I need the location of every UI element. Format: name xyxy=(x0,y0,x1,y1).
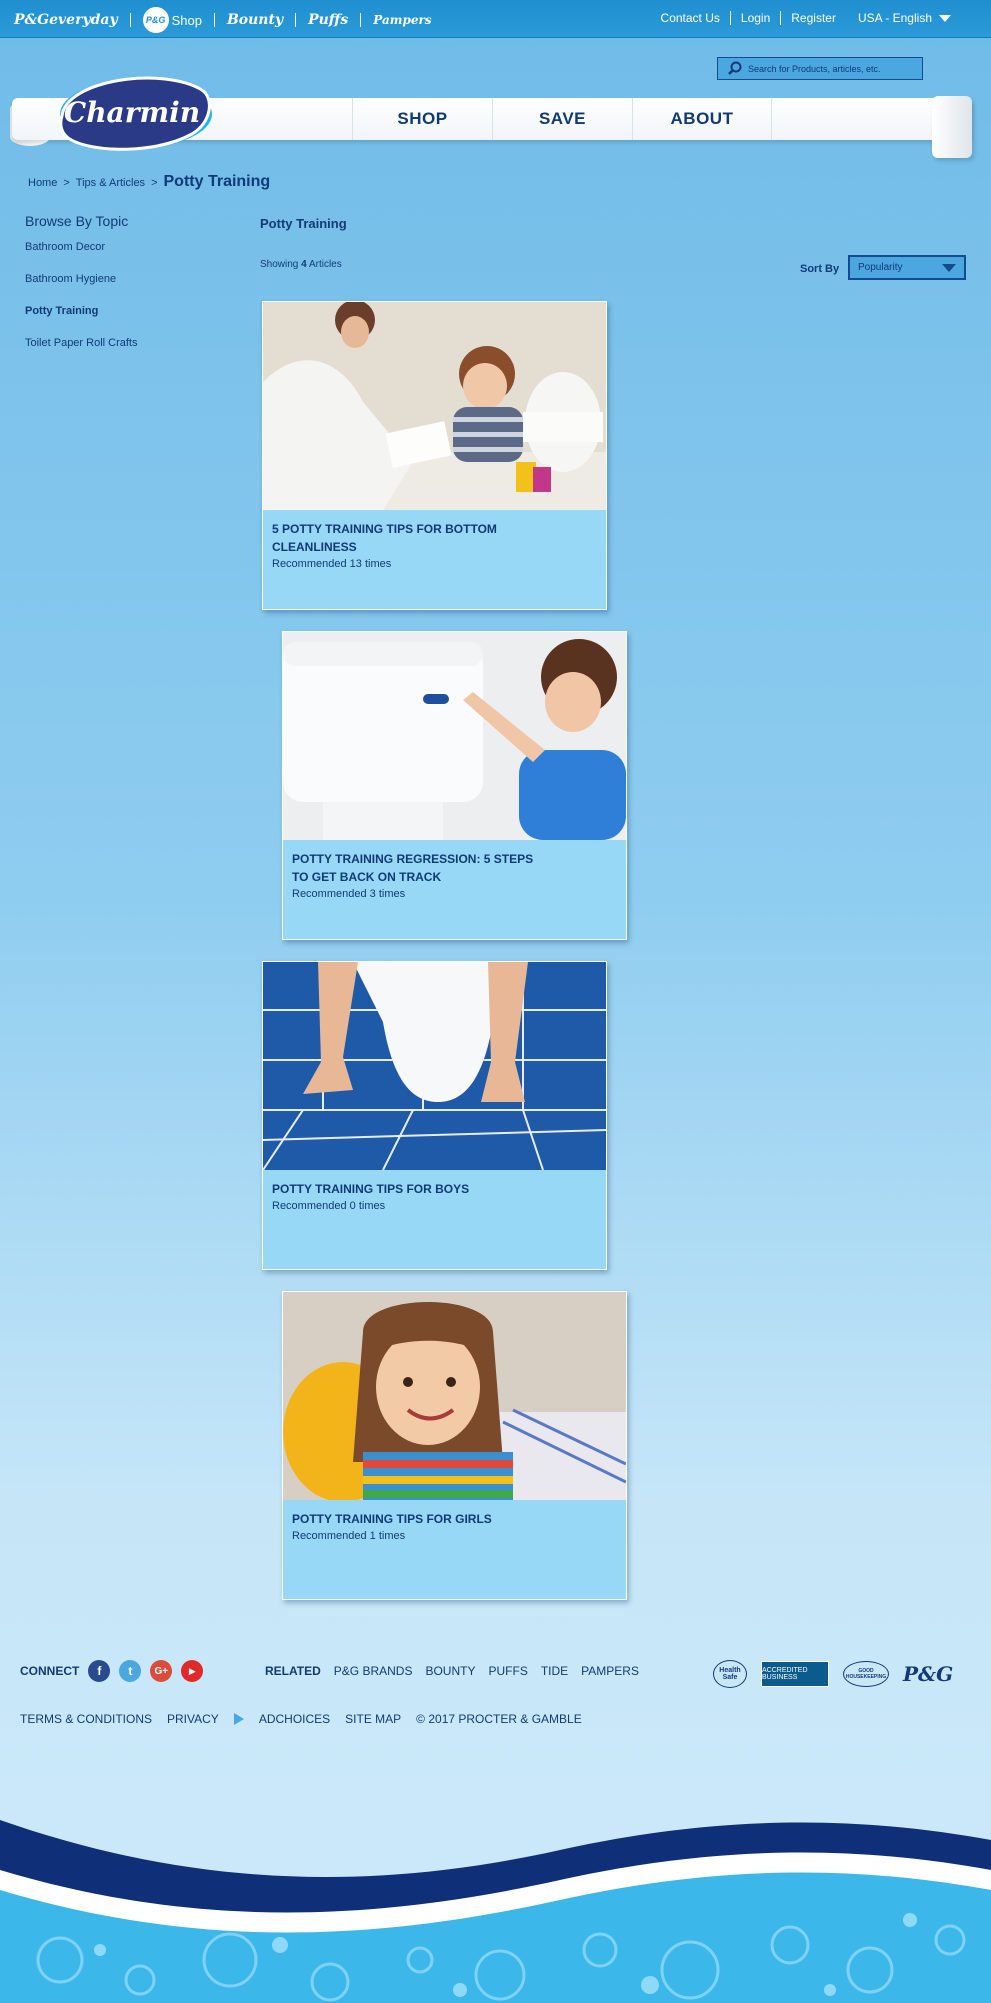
showing-prefix: Showing xyxy=(260,259,299,270)
related-link-puffs[interactable]: PUFFS xyxy=(488,1664,527,1678)
related-links: RELATED P&G BRANDS BOUNTY PUFFS TIDE PAM… xyxy=(265,1664,652,1678)
divider xyxy=(360,13,362,27)
nav-shop[interactable]: SHOP xyxy=(352,98,492,140)
divider xyxy=(213,13,215,27)
language-label: USA - English xyxy=(857,11,932,25)
connect-section: CONNECT f t G+ ▶ xyxy=(20,1660,212,1682)
divider xyxy=(729,11,731,25)
connect-label: CONNECT xyxy=(20,1664,80,1678)
copyright-text: © 2017 PROCTER & GAMBLE xyxy=(416,1712,582,1726)
results-count: Showing 4 Articles xyxy=(260,259,342,270)
account-links: Contact Us Login Register USA - English xyxy=(661,11,951,25)
article-image-smiling-girl[interactable] xyxy=(283,1292,626,1500)
adchoices-icon[interactable] xyxy=(233,1713,244,1725)
article-card[interactable]: Potty Training Tips for Girls Recommende… xyxy=(282,1291,627,1600)
sidebar-item-potty-training[interactable]: Potty Training xyxy=(25,304,225,336)
language-selector[interactable]: USA - English xyxy=(858,11,951,25)
logo-text: Charmin xyxy=(64,96,200,129)
recommended-count: Recommended 13 times xyxy=(272,558,392,570)
contact-us-link[interactable]: Contact Us xyxy=(661,11,720,25)
showing-suffix: Articles xyxy=(308,259,342,270)
breadcrumb-separator: > xyxy=(151,177,158,189)
privacy-link[interactable]: PRIVACY xyxy=(167,1712,219,1726)
pg-shop-label[interactable]: Shop xyxy=(172,13,202,28)
article-title[interactable]: Potty Training Tips for Boys xyxy=(272,1180,532,1198)
divider xyxy=(780,11,782,25)
pampers-logo[interactable]: Pampers xyxy=(373,13,431,27)
sidebar-item-bathroom-decor[interactable]: Bathroom Decor xyxy=(25,240,225,272)
puffs-logo[interactable]: Puffs xyxy=(308,12,348,28)
good-housekeeping-badge[interactable]: GOOD HOUSEKEEPING xyxy=(843,1661,889,1687)
facebook-icon[interactable]: f xyxy=(88,1660,111,1682)
article-image-boy-on-toilet[interactable] xyxy=(263,962,606,1170)
article-title[interactable]: 5 Potty Training Tips for Bottom Cleanli… xyxy=(272,520,532,556)
bounty-logo[interactable]: Bounty xyxy=(227,12,283,28)
article-title[interactable]: Potty Training Tips for Girls xyxy=(292,1510,552,1528)
chevron-down-icon xyxy=(942,263,956,272)
breadcrumb-separator: > xyxy=(63,177,70,189)
legal-links: TERMS & CONDITIONS PRIVACY ADCHOICES SIT… xyxy=(20,1712,597,1726)
showing-count: 4 xyxy=(301,259,307,270)
pg-everyday-logo[interactable]: P&Geveryday xyxy=(14,12,118,28)
breadcrumb: Home > Tips & Articles > Potty Training xyxy=(28,173,270,191)
search-input[interactable] xyxy=(748,63,918,74)
sidebar-item-toilet-paper-roll-crafts[interactable]: Toilet Paper Roll Crafts xyxy=(25,336,225,368)
sidebar-item-bathroom-hygiene[interactable]: Bathroom Hygiene xyxy=(25,272,225,304)
pg-shop-logo[interactable]: P&G xyxy=(142,7,169,33)
breadcrumb-tips[interactable]: Tips & Articles xyxy=(76,177,145,189)
related-link-pg-brands[interactable]: P&G BRANDS xyxy=(334,1664,413,1678)
article-title[interactable]: Potty Training Regression: 5 Steps to Ge… xyxy=(292,850,552,886)
youtube-icon[interactable]: ▶ xyxy=(181,1660,204,1682)
topic-sidebar: Browse By Topic Bathroom Decor Bathroom … xyxy=(25,213,225,368)
terms-link[interactable]: TERMS & CONDITIONS xyxy=(20,1712,152,1726)
footer-wave-decoration xyxy=(0,1810,991,2003)
page-title: Potty Training xyxy=(260,216,347,231)
recommended-count: Recommended 1 times xyxy=(292,1530,406,1542)
brand-strip: P&Geveryday P&G Shop Bounty Puffs Pamper… xyxy=(14,7,444,33)
twitter-icon[interactable]: t xyxy=(119,1660,142,1682)
breadcrumb-current: Potty Training xyxy=(163,173,271,190)
related-link-tide[interactable]: TIDE xyxy=(541,1664,568,1678)
nav-save[interactable]: SAVE xyxy=(492,98,632,140)
sidebar-heading: Browse By Topic xyxy=(25,213,129,229)
recommended-count: Recommended 3 times xyxy=(292,888,406,900)
main-nav: SHOP SAVE ABOUT xyxy=(352,98,772,140)
health-safe-badge[interactable]: Health Safe xyxy=(713,1660,747,1688)
sitemap-link[interactable]: SITE MAP xyxy=(345,1712,401,1726)
sort-value: Popularity xyxy=(858,262,903,273)
nav-about[interactable]: ABOUT xyxy=(632,98,772,140)
adchoices-link[interactable]: ADCHOICES xyxy=(259,1712,330,1726)
breadcrumb-home[interactable]: Home xyxy=(28,177,57,189)
article-card[interactable]: Potty Training Regression: 5 Steps to Ge… xyxy=(282,631,627,940)
bbb-accredited-badge[interactable]: ACCREDITED BUSINESS xyxy=(761,1661,829,1687)
search-icon[interactable] xyxy=(726,60,744,78)
related-link-bounty[interactable]: BOUNTY xyxy=(425,1664,475,1678)
top-bar: P&Geveryday P&G Shop Bounty Puffs Pamper… xyxy=(0,0,991,38)
sort-dropdown[interactable]: Popularity xyxy=(848,255,966,280)
related-link-pampers[interactable]: PAMPERS xyxy=(581,1664,639,1678)
recommended-count: Recommended 0 times xyxy=(272,1200,386,1212)
trust-badges: Health Safe ACCREDITED BUSINESS GOOD HOU… xyxy=(713,1660,953,1688)
sort-label: Sort By xyxy=(800,263,840,275)
charmin-logo[interactable]: Charmin xyxy=(52,70,217,152)
pg-logo[interactable]: P&G xyxy=(903,1662,953,1686)
register-link[interactable]: Register xyxy=(791,11,836,25)
google-plus-icon[interactable]: G+ xyxy=(150,1660,173,1682)
search-box[interactable] xyxy=(717,57,923,80)
article-card[interactable]: Potty Training Tips for Boys Recommended… xyxy=(262,961,607,1270)
related-label: RELATED xyxy=(265,1664,321,1678)
divider xyxy=(295,13,297,27)
paper-roll-right xyxy=(932,96,972,158)
divider xyxy=(129,13,131,27)
chevron-down-icon xyxy=(939,14,951,22)
article-image-mother-toddler-reading[interactable] xyxy=(263,302,606,510)
article-image-toddler-flushing-toilet[interactable] xyxy=(283,632,626,840)
article-card[interactable]: 5 Potty Training Tips for Bottom Cleanli… xyxy=(262,301,607,610)
login-link[interactable]: Login xyxy=(741,11,770,25)
